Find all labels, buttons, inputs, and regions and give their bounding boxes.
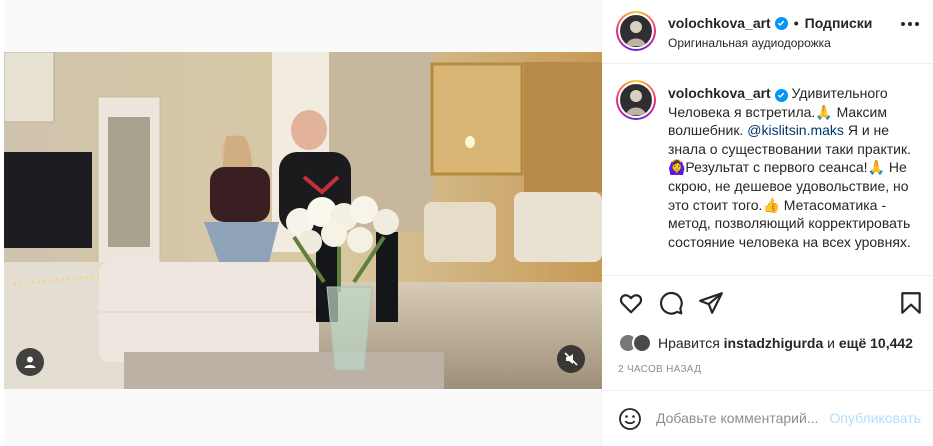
- caption-author-avatar[interactable]: [616, 80, 656, 120]
- avatar-image: [621, 85, 651, 115]
- comment-box: Добавьте комментарий... Опубликовать: [602, 390, 933, 446]
- user-tag-icon: [24, 356, 36, 368]
- author-username[interactable]: volochkova_art: [668, 15, 771, 31]
- likes-prefix: Нравится: [658, 335, 724, 351]
- post-caption: volochkova_art Удивительного Человека я …: [602, 64, 933, 276]
- sound-off-icon: [564, 352, 578, 366]
- separator-dot: •: [793, 15, 799, 31]
- heart-icon[interactable]: [618, 290, 644, 316]
- action-bar: [602, 286, 933, 322]
- likes-text: Нравится instadzhigurda и ещё 10,442: [658, 335, 913, 351]
- liker-avatar: [632, 333, 652, 353]
- post-header: volochkova_art • Подписки Оригинальная а…: [602, 0, 933, 64]
- post-timestamp[interactable]: 2 ЧАСОВ НАЗАД: [618, 364, 701, 375]
- post-media: [4, 0, 602, 446]
- mute-button[interactable]: [557, 345, 585, 373]
- post-video[interactable]: [4, 52, 602, 389]
- instagram-post: volochkova_art • Подписки Оригинальная а…: [0, 0, 933, 446]
- user-tag-button[interactable]: [16, 348, 44, 376]
- caption-username[interactable]: volochkova_art: [668, 85, 771, 101]
- comment-input[interactable]: Добавьте комментарий...: [656, 410, 818, 426]
- avatar-image: [621, 16, 651, 46]
- caption-mention-link[interactable]: @kislitsin.maks: [747, 122, 844, 138]
- post-comment-button[interactable]: Опубликовать: [829, 410, 921, 426]
- audio-link[interactable]: Оригинальная аудиодорожка: [668, 36, 831, 50]
- send-icon[interactable]: [698, 290, 724, 316]
- likes-middle: и: [823, 335, 839, 351]
- following-button[interactable]: Подписки: [805, 15, 873, 31]
- verified-badge-icon: [774, 88, 788, 102]
- post-side-panel: volochkova_art • Подписки Оригинальная а…: [602, 0, 933, 446]
- emoji-icon[interactable]: [618, 407, 642, 431]
- video-frame-illustration: [4, 52, 602, 389]
- caption-body-part2: Я и не знала о существовании таки практи…: [668, 122, 911, 250]
- verified-badge-icon: [774, 16, 788, 30]
- likes-row: Нравится instadzhigurda и ещё 10,442: [618, 330, 913, 356]
- bookmark-icon[interactable]: [898, 290, 924, 316]
- header-user-row: volochkova_art • Подписки: [668, 15, 872, 31]
- likes-count-link[interactable]: ещё 10,442: [839, 335, 913, 351]
- comment-icon[interactable]: [658, 290, 684, 316]
- author-avatar[interactable]: [616, 11, 656, 51]
- caption-text: volochkova_art Удивительного Человека я …: [668, 84, 920, 251]
- more-options-icon[interactable]: [901, 22, 919, 26]
- likes-user-link[interactable]: instadzhigurda: [724, 335, 824, 351]
